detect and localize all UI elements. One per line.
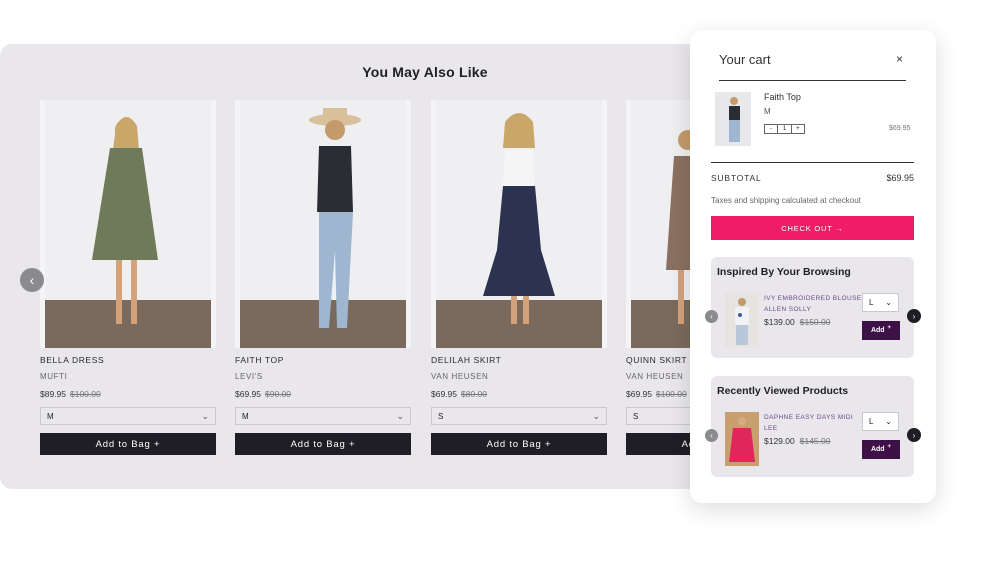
divider (719, 80, 906, 81)
qty-input[interactable]: 1 (778, 125, 792, 133)
product-name[interactable]: DELILAH SKIRT (431, 355, 607, 365)
model-illustration (483, 113, 555, 324)
model-illustration (309, 108, 361, 328)
quantity-stepper: - 1 + (764, 124, 805, 134)
product-price: $89.95 $100.00 (40, 389, 101, 399)
add-to-bag-button[interactable]: Add to Bag + (40, 433, 216, 455)
add-to-bag-button[interactable]: Add to Bag + (431, 433, 607, 455)
product-card[interactable]: BELLA DRESS MUFTI $89.95 $100.00 M ⌄ Add t… (40, 100, 216, 455)
chevron-down-icon: ⌄ (592, 410, 600, 421)
recommendation-name[interactable]: IVY EMBROIDERED BLOUSE ALLEN SOLLY (764, 293, 864, 315)
qty-plus-button[interactable]: + (792, 125, 804, 133)
recently-viewed-panel: Recently Viewed Products ‹ DAPHNE EASY D… (705, 376, 921, 477)
cart-item-price: $69.95 (889, 125, 911, 132)
add-to-bag-button[interactable]: Add to Bag + (235, 433, 411, 455)
chevron-down-icon: ⌄ (396, 410, 404, 421)
model-illustration (715, 92, 751, 146)
panel-title: Recently Viewed Products (717, 385, 849, 397)
panel-title: Inspired By Your Browsing (717, 266, 851, 278)
inspired-by-browsing-panel: Inspired By Your Browsing ‹ IVY EMBROIDE… (705, 257, 921, 358)
size-select[interactable]: M ⌄ (235, 407, 411, 425)
chevron-down-icon: ⌄ (885, 298, 892, 307)
product-card[interactable]: DELILAH SKIRT VAN HEUSEN $69.95 $80.00 S ⌄… (431, 100, 607, 455)
product-price: $69.95 $90.00 (235, 389, 291, 399)
chevron-down-icon: ⌄ (201, 410, 209, 421)
checkout-button[interactable]: CHECK OUT → (711, 216, 914, 240)
size-select[interactable]: L ⌄ (862, 412, 899, 431)
size-select[interactable]: S⌄ (431, 407, 607, 425)
qty-minus-button[interactable]: - (765, 125, 779, 133)
recommendation-price: $139.00 $150.00 (764, 317, 831, 327)
add-button[interactable]: Add + (862, 440, 900, 459)
product-brand: VAN HEUSEN (431, 372, 489, 381)
product-brand: LEVI'S (235, 372, 263, 381)
size-select[interactable]: M ⌄ (40, 407, 216, 425)
model-illustration (725, 412, 759, 466)
recommendation-name[interactable]: DAPHNE EASY DAYS MIDI LEE (764, 412, 864, 434)
product-brand: MUFTI (40, 372, 68, 381)
recommendation-price: $129.00 $145.00 (764, 436, 831, 446)
cart-item-size: M (764, 107, 771, 116)
you-may-also-like-section: You May Also Like ‹ BELLA DRESS MUFTI $8… (0, 44, 760, 489)
product-card[interactable]: FAITH TOP LEVI'S $69.95 $90.00 M ⌄ Add to … (235, 100, 411, 455)
close-icon[interactable]: × (896, 52, 903, 66)
model-illustration (725, 293, 759, 347)
product-name[interactable]: FAITH TOP (235, 355, 411, 365)
panel-prev-button[interactable]: ‹ (705, 310, 718, 323)
cart-item-name[interactable]: Faith Top (764, 92, 801, 102)
cart-item-image[interactable] (715, 92, 751, 146)
subtotal-value: $69.95 (886, 173, 914, 183)
section-title: You May Also Like (362, 64, 488, 80)
chevron-down-icon: ⌄ (885, 417, 892, 426)
product-name[interactable]: BELLA DRESS (40, 355, 216, 365)
recommendation-image[interactable] (725, 412, 759, 466)
tax-note: Taxes and shipping calculated at checkou… (711, 196, 861, 205)
product-image[interactable] (40, 100, 216, 348)
product-image[interactable] (431, 100, 607, 348)
size-select[interactable]: L ⌄ (862, 293, 899, 312)
panel-next-button[interactable]: › (907, 428, 921, 442)
product-price: $69.95 $80.00 (431, 389, 487, 399)
cart-drawer: Your cart × Faith Top M - 1 + $69.95 SUB… (690, 30, 936, 503)
panel-next-button[interactable]: › (907, 309, 921, 323)
model-illustration (92, 117, 158, 324)
product-image[interactable] (235, 100, 411, 348)
subtotal-label: SUBTOTAL (711, 173, 762, 183)
page: You May Also Like ‹ BELLA DRESS MUFTI $8… (0, 0, 981, 563)
carousel-prev-button[interactable]: ‹ (20, 268, 44, 292)
cart-title: Your cart (719, 52, 771, 67)
divider (711, 162, 914, 163)
panel-prev-button[interactable]: ‹ (705, 429, 718, 442)
recommendation-image[interactable] (725, 293, 759, 347)
add-button[interactable]: Add + (862, 321, 900, 340)
